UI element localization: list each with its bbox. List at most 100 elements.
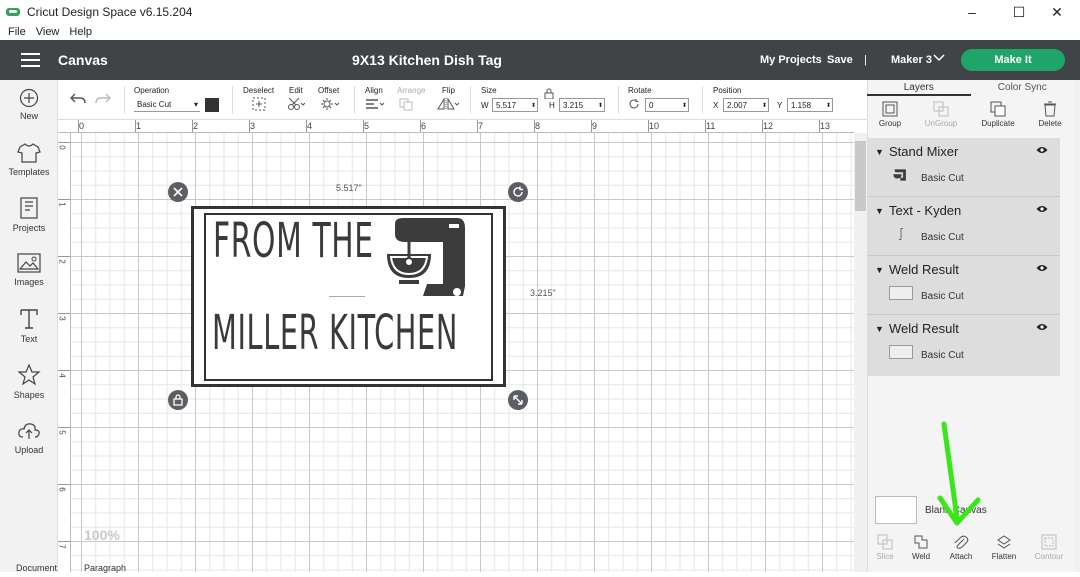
- ruler-tick-label: 3: [250, 121, 256, 131]
- mixer-thumbnail: [893, 169, 906, 181]
- layer-group[interactable]: ▼ Stand Mixer Basic Cut: [867, 138, 1060, 197]
- group-icon: [882, 101, 898, 117]
- rotate-handle[interactable]: [508, 182, 528, 202]
- rect-thumbnail: [889, 345, 913, 359]
- design-text-line1[interactable]: FROM THE: [213, 213, 374, 269]
- menu-bar: File View Help: [0, 24, 1080, 40]
- layer-group[interactable]: ▼ Weld Result Basic Cut: [867, 315, 1060, 374]
- caret-down-icon[interactable]: ▼: [875, 147, 884, 157]
- canvas-scrollbar[interactable]: [854, 133, 867, 572]
- tab-layers[interactable]: Layers: [867, 80, 971, 96]
- sidebar-item-new[interactable]: New: [0, 88, 58, 121]
- zoom-level[interactable]: 100%: [84, 527, 120, 543]
- slice-label: Slice: [876, 552, 894, 561]
- tab-color-sync[interactable]: Color Sync: [971, 80, 1075, 96]
- duplicate-button[interactable]: Duplicate: [970, 101, 1026, 128]
- minimize-button[interactable]: –: [949, 0, 995, 24]
- redo-icon[interactable]: [94, 92, 112, 106]
- layer-group[interactable]: ▼ Weld Result Basic Cut: [867, 256, 1060, 315]
- sidebar-label: Shapes: [13, 390, 45, 400]
- eye-icon[interactable]: [1036, 145, 1048, 157]
- operation-select[interactable]: Basic Cut ▾: [134, 98, 200, 112]
- offset-icon[interactable]: [320, 97, 340, 111]
- bottom-tabs: Document Paragraph: [0, 563, 140, 577]
- trash-icon: [1044, 101, 1056, 117]
- sidebar-label: Templates: [8, 167, 50, 177]
- caret-down-icon[interactable]: ▼: [875, 324, 884, 334]
- ruler-horizontal: 0 1 2 3 4 5 6 7 8 9 10 11 12 13: [58, 120, 854, 133]
- size-label: Size: [481, 86, 497, 95]
- arrange-icon: [399, 98, 413, 111]
- eye-icon[interactable]: [1036, 204, 1048, 216]
- tab-document[interactable]: Document: [16, 563, 57, 573]
- align-icon[interactable]: [364, 97, 386, 111]
- edit-toolbar: Operation Basic Cut ▾ Deselect Edit Offse…: [58, 80, 867, 120]
- chevron-down-icon[interactable]: [933, 52, 945, 66]
- layer-name: Weld Result: [889, 262, 959, 277]
- rotate-input[interactable]: 0 ⬍: [645, 98, 689, 112]
- position-label: Position: [713, 86, 742, 95]
- make-it-button[interactable]: Make It: [961, 49, 1065, 71]
- design-text-line2[interactable]: MILLER KITCHEN: [212, 305, 458, 361]
- stand-mixer-image[interactable]: [385, 216, 469, 300]
- layer-group[interactable]: ▼ Text - Kyden Basic Cut: [867, 197, 1060, 256]
- scissors-icon[interactable]: [287, 97, 305, 111]
- arrange-label: Arrange: [397, 86, 426, 95]
- layer-operation: Basic Cut: [921, 350, 964, 361]
- resize-handle[interactable]: [508, 390, 528, 410]
- ruler-tick-label: 1: [57, 202, 67, 207]
- deselect-icon[interactable]: [252, 97, 266, 111]
- eye-icon[interactable]: [1036, 322, 1048, 334]
- caret-down-icon[interactable]: ▼: [875, 206, 884, 216]
- operation-value: Basic Cut: [137, 100, 172, 109]
- color-swatch[interactable]: [205, 98, 219, 112]
- eye-icon[interactable]: [1036, 263, 1048, 275]
- menu-file[interactable]: File: [8, 26, 26, 38]
- ruler-tick: [363, 120, 364, 132]
- project-title[interactable]: 9X13 Kitchen Dish Tag: [0, 52, 854, 68]
- sidebar-item-text[interactable]: Text: [0, 307, 58, 344]
- blank-canvas-swatch[interactable]: [875, 496, 917, 524]
- caret-down-icon[interactable]: ▼: [875, 265, 884, 275]
- undo-icon[interactable]: [69, 92, 87, 106]
- menu-help[interactable]: Help: [69, 26, 92, 38]
- delete-handle[interactable]: [168, 182, 188, 202]
- x-position-input[interactable]: 2.007 ⬍: [723, 98, 769, 112]
- panel-scrollbar[interactable]: [1074, 80, 1080, 572]
- attach-button[interactable]: Attach: [941, 534, 981, 561]
- sidebar-item-shapes[interactable]: Shapes: [0, 363, 58, 400]
- tab-paragraph[interactable]: Paragraph: [84, 563, 126, 573]
- y-position-input[interactable]: 1.158 ⬍: [787, 98, 833, 112]
- width-input[interactable]: 5.517 ⬍: [492, 98, 538, 112]
- duplicate-label: Duplicate: [981, 119, 1015, 128]
- group-button[interactable]: Group: [862, 101, 918, 128]
- machine-selector[interactable]: Maker 3: [891, 54, 932, 66]
- y-label: Y: [777, 101, 783, 110]
- slice-icon: [877, 534, 893, 550]
- ruler-tick-label: 10: [649, 121, 660, 131]
- edit-label: Edit: [289, 86, 303, 95]
- stepper-icon: ⬍: [530, 102, 536, 109]
- sidebar-label: Images: [14, 277, 44, 287]
- ungroup-button: UnGroup: [913, 101, 969, 128]
- scrollbar-thumb[interactable]: [855, 141, 866, 211]
- close-window-button[interactable]: ✕: [1034, 0, 1080, 24]
- sidebar-item-templates[interactable]: Templates: [0, 142, 58, 177]
- x-value: 2.007: [727, 100, 748, 110]
- contour-label: Contour: [1034, 552, 1064, 561]
- flip-icon[interactable]: [436, 97, 460, 111]
- height-input[interactable]: 3.215 ⬍: [559, 98, 605, 112]
- my-projects-link[interactable]: My Projects: [760, 54, 822, 66]
- save-button[interactable]: Save: [827, 54, 853, 66]
- flatten-button[interactable]: Flatten: [984, 534, 1024, 561]
- menu-view[interactable]: View: [36, 26, 60, 38]
- delete-label: Delete: [1038, 119, 1062, 128]
- delete-button[interactable]: Delete: [1022, 101, 1078, 128]
- lock-ratio-icon[interactable]: [544, 88, 554, 99]
- ruler-vertical: 0 1 2 3 4 5 6 7: [58, 133, 71, 572]
- sidebar-item-upload[interactable]: Upload: [0, 420, 58, 455]
- sidebar-item-projects[interactable]: Projects: [0, 196, 58, 233]
- weld-button[interactable]: Weld: [901, 534, 941, 561]
- lock-handle[interactable]: [168, 390, 188, 410]
- sidebar-item-images[interactable]: Images: [0, 252, 58, 287]
